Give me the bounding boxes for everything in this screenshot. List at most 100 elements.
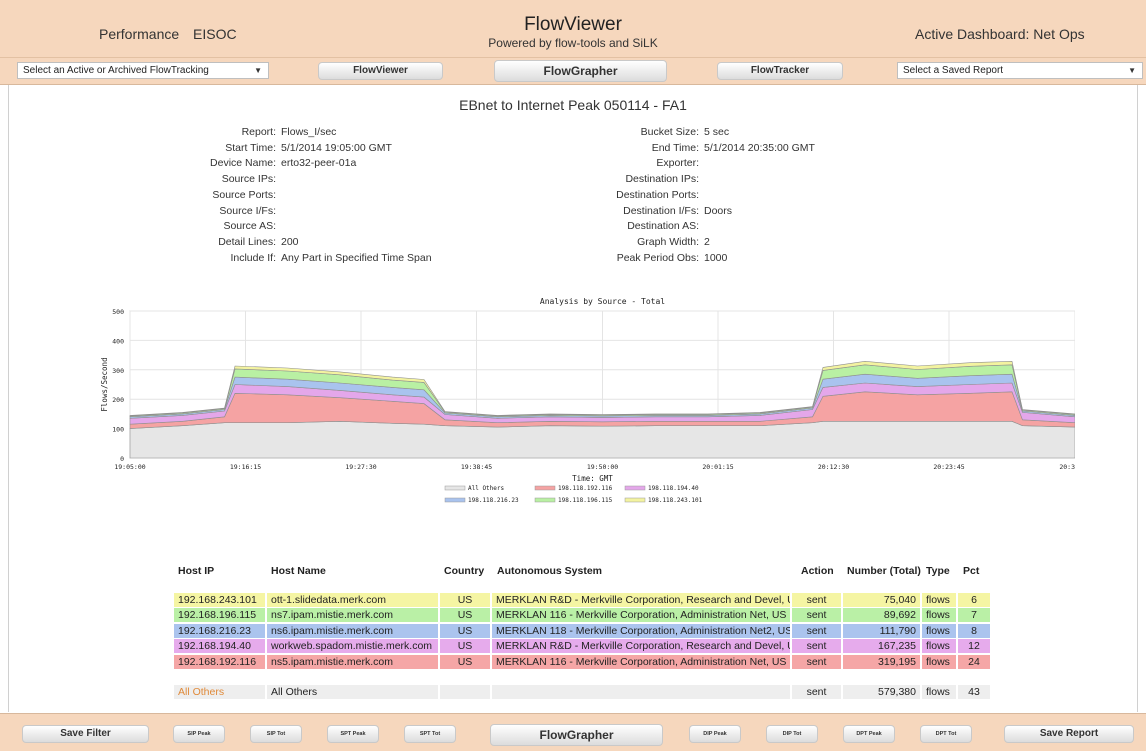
flowtracking-select[interactable]: Select an Active or Archived FlowTrackin…	[17, 62, 269, 79]
param-label: Report:	[241, 126, 276, 138]
save-report-button[interactable]: Save Report	[1004, 725, 1134, 743]
table-cell-number: 89,692	[843, 608, 920, 623]
chart-legend-label: All Others	[468, 485, 505, 492]
param-label: Bucket Size:	[640, 126, 699, 138]
dpt-peak-button[interactable]: DPT Peak	[843, 725, 895, 743]
table-header: Number (Total)	[847, 565, 921, 577]
param-value: erto32-peer-01a	[281, 157, 357, 169]
dip-peak-button[interactable]: DIP Peak	[689, 725, 741, 743]
param-label: Detail Lines:	[218, 236, 276, 248]
param-value: 5/1/2014 20:35:00 GMT	[704, 142, 815, 154]
table-header: Action	[801, 565, 834, 577]
chart-series-area	[129, 420, 1076, 459]
chart-xtick-label: 19:27:30	[345, 463, 376, 471]
chart-ytick-label: 400	[112, 337, 124, 345]
chart-xtick-label: 19:05:00	[114, 463, 145, 471]
table-cell-country: US	[440, 639, 490, 654]
table-cell-name[interactable]: ns5.ipam.mistie.merk.com	[267, 654, 438, 669]
table-cell-pct: 43	[958, 685, 990, 699]
table-header: Host IP	[178, 565, 215, 577]
sip-tot-button[interactable]: SIP Tot	[250, 725, 302, 743]
param-value: 2	[704, 236, 710, 248]
chart-ytick-label: 300	[112, 367, 124, 375]
flowviewer-button[interactable]: FlowViewer	[318, 62, 443, 80]
chart-legend-swatch	[444, 497, 466, 503]
table-cell-action: sent	[792, 639, 841, 654]
param-label: Source AS:	[223, 220, 276, 232]
table-cell-as: MERKLAN 116 - Merkville Corporation, Adm…	[492, 654, 790, 669]
sip-peak-button[interactable]: SIP Peak	[173, 725, 225, 743]
table-cell-type: flows	[922, 623, 956, 638]
table-cell-as: MERKLAN 116 - Merkville Corporation, Adm…	[492, 608, 790, 623]
table-cell-name[interactable]: All Others	[267, 685, 438, 699]
chart-legend-swatch	[534, 485, 556, 491]
chart-ytick-label: 100	[112, 426, 124, 434]
table-cell-number: 167,235	[843, 639, 920, 654]
table-cell-ip[interactable]: 192.168.194.40	[174, 639, 265, 654]
chart-xtick-label: 20:35:00	[1059, 463, 1075, 471]
chart-legend-label: 198.118.194.40	[648, 485, 699, 492]
param-label: Source Ports:	[212, 189, 276, 201]
table-cell-ip[interactable]: All Others	[174, 685, 265, 699]
table-cell-action: sent	[792, 593, 841, 607]
param-label: Destination Ports:	[616, 189, 699, 201]
report-title: EBnet to Internet Peak 050114 - FA1	[459, 97, 687, 113]
flowgrapher-button[interactable]: FlowGrapher	[494, 60, 667, 82]
table-cell-pct: 12	[958, 639, 990, 654]
table-cell-country: US	[440, 623, 490, 638]
flow-chart: Analysis by Source - Total 0 100 200 300 400 5…	[95, 294, 1091, 519]
param-label: Graph Width:	[637, 236, 699, 248]
table-cell-action: sent	[792, 608, 841, 623]
table-cell-name[interactable]: ott-1.slidedata.merk.com	[267, 593, 438, 607]
param-label: Device Name:	[210, 157, 276, 169]
table-cell-action: sent	[792, 623, 841, 638]
table-cell-country: US	[440, 654, 490, 669]
table-cell-name[interactable]: ns6.ipam.mistie.merk.com	[267, 623, 438, 638]
chevron-down-icon: ▼	[254, 66, 262, 75]
active-dashboard-link[interactable]: Active Dashboard: Net Ops	[915, 26, 1085, 42]
table-cell-ip[interactable]: 192.168.192.116	[174, 654, 265, 669]
dip-tot-button[interactable]: DIP Tot	[766, 725, 818, 743]
spt-tot-button[interactable]: SPT Tot	[404, 725, 456, 743]
table-cell-name[interactable]: workweb.spadom.mistie.merk.com	[267, 639, 438, 654]
param-label: Destination AS:	[627, 220, 699, 232]
chart-ytick-label: 200	[112, 396, 124, 404]
table-cell-action: sent	[792, 685, 841, 699]
param-value: 1000	[704, 252, 728, 264]
flowtracker-button[interactable]: FlowTracker	[717, 62, 843, 80]
chart-legend-label: 198.118.196.115	[558, 497, 613, 504]
table-cell-name[interactable]: ns7.ipam.mistie.merk.com	[267, 608, 438, 623]
table-cell-as: MERKLAN R&D - Merkville Corporation, Res…	[492, 593, 790, 607]
chart-legend-swatch	[624, 497, 646, 503]
param-value: Flows_I/sec	[281, 126, 337, 138]
chart-xtick-label: 19:16:15	[230, 463, 261, 471]
dpt-tot-button[interactable]: DPT Tot	[920, 725, 972, 743]
footer-flowgrapher-button[interactable]: FlowGrapher	[490, 724, 663, 746]
saved-report-select[interactable]: Select a Saved Report ▼	[897, 62, 1143, 79]
table-header: Type	[926, 565, 950, 577]
nav-bar: Select an Active or Archived FlowTrackin…	[0, 58, 1146, 85]
table-cell-ip[interactable]: 192.168.243.101	[174, 593, 265, 607]
chart-legend-swatch	[534, 497, 556, 503]
chart-title: Analysis by Source - Total	[540, 297, 665, 306]
param-label: Destination I/Fs:	[623, 205, 699, 217]
table-cell-type: flows	[922, 593, 956, 607]
save-filter-button[interactable]: Save Filter	[22, 725, 149, 743]
param-label: Destination IPs:	[625, 173, 699, 185]
chart-xlabel: Time: GMT	[572, 474, 613, 483]
table-cell-ip[interactable]: 192.168.196.115	[174, 608, 265, 623]
chevron-down-icon: ▼	[1128, 66, 1136, 75]
param-label: Exporter:	[656, 157, 699, 169]
table-cell-number: 111,790	[843, 623, 920, 638]
spt-peak-button[interactable]: SPT Peak	[327, 725, 379, 743]
table-cell-number: 75,040	[843, 593, 920, 607]
chart-legend-swatch	[624, 485, 646, 491]
param-label: Peak Period Obs:	[616, 252, 699, 264]
param-label: Include If:	[230, 252, 276, 264]
chart-legend-label: 198.118.243.101	[648, 497, 703, 504]
app-header: Performance EISOC FlowViewer Powered by …	[0, 0, 1146, 58]
table-cell-ip[interactable]: 192.168.216.23	[174, 623, 265, 638]
table-cell-pct: 7	[958, 608, 990, 623]
param-value: 5 sec	[704, 126, 730, 138]
table-cell-country: US	[440, 593, 490, 607]
